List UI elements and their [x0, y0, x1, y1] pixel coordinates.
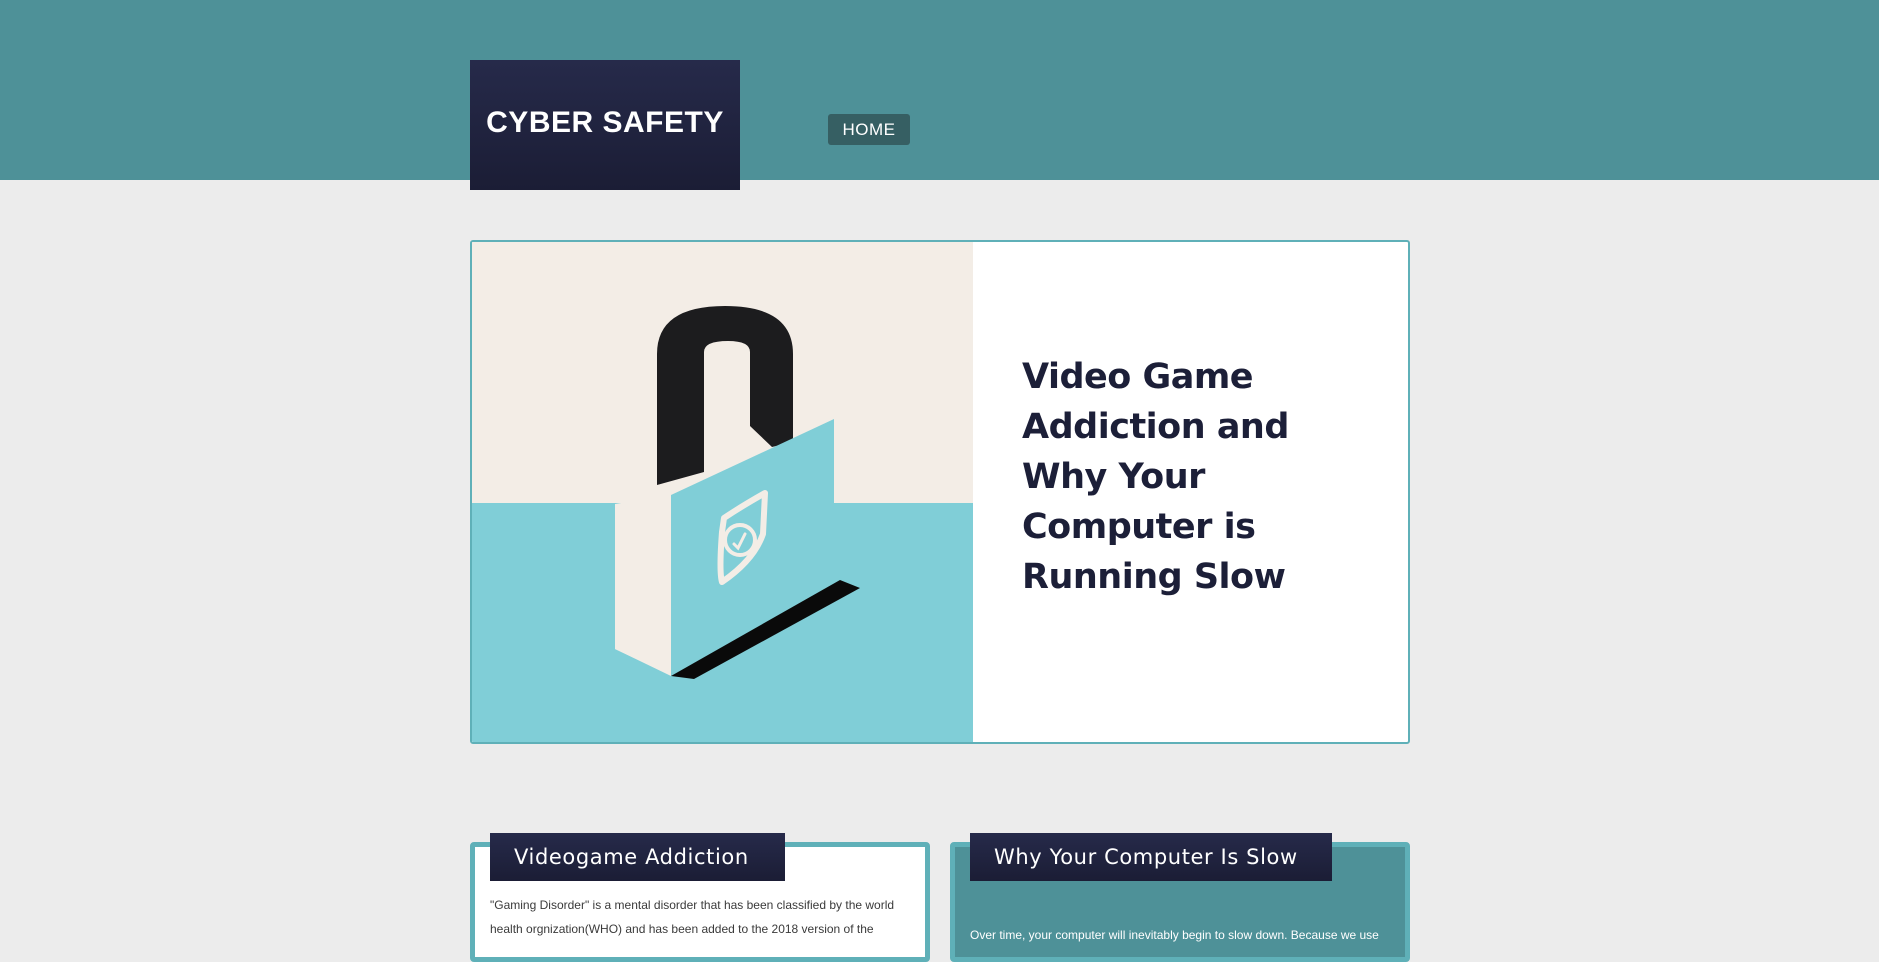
- card-right-title-text: Why Your Computer Is Slow: [994, 845, 1298, 869]
- hero-title: Video Game Addiction and Why Your Comput…: [1022, 357, 1289, 597]
- site-logo[interactable]: CYBER SAFETY: [470, 60, 740, 190]
- card-left-body: "Gaming Disorder" is a mental disorder t…: [490, 898, 895, 936]
- padlock-shield-illustration: [472, 242, 973, 742]
- header-band: [0, 0, 1879, 180]
- card-left-title-text: Videogame Addiction: [514, 845, 749, 869]
- hero-banner: Video Game Addiction and Why Your Comput…: [470, 240, 1410, 744]
- nav-home-button[interactable]: HOME: [828, 114, 910, 145]
- nav-home-label: HOME: [842, 119, 896, 139]
- card-videogame-addiction-title: Videogame Addiction: [490, 833, 785, 881]
- site-logo-text: CYBER SAFETY: [486, 106, 724, 139]
- card-computer-slow-title: Why Your Computer Is Slow: [970, 833, 1332, 881]
- card-right-body: Over time, your computer will inevitably…: [970, 928, 1379, 942]
